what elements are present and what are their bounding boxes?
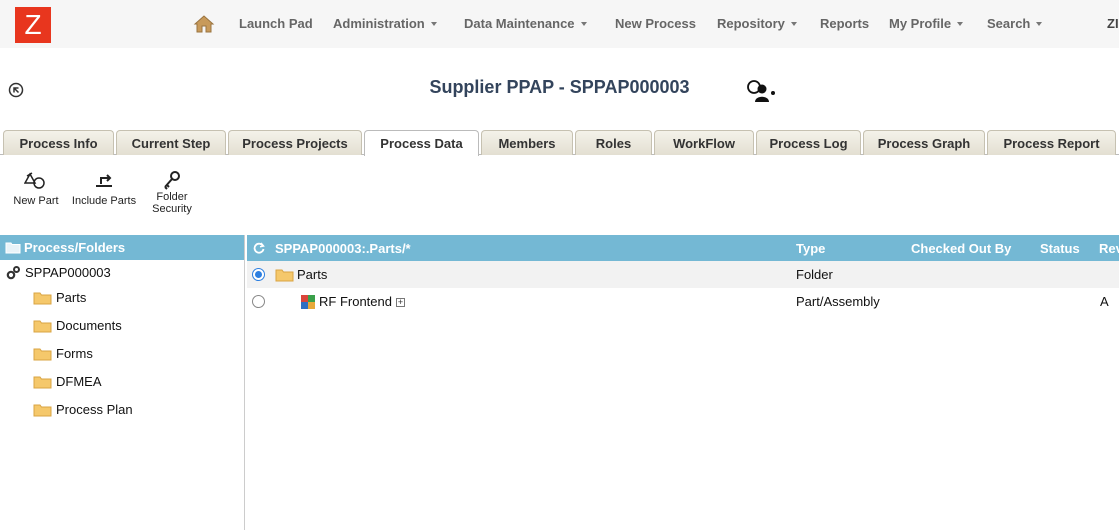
nav-data-maintenance-label: Data Maintenance	[464, 16, 575, 31]
nav-administration-label: Administration	[333, 16, 425, 31]
col-checked-out-by-header[interactable]: Checked Out By	[911, 241, 1011, 256]
nav-reports[interactable]: Reports	[820, 16, 869, 31]
nav-repository[interactable]: Repository	[717, 16, 797, 31]
chevron-down-icon	[790, 21, 797, 26]
chevron-down-icon	[1036, 21, 1043, 26]
folder-icon	[33, 376, 52, 389]
tab-members[interactable]: Members	[481, 130, 573, 155]
tab-process-graph[interactable]: Process Graph	[863, 130, 985, 155]
row-type-cell: Folder	[796, 267, 833, 282]
folder-icon	[275, 269, 294, 282]
members-icon[interactable]	[744, 78, 778, 104]
home-icon[interactable]	[193, 14, 215, 34]
row-rev-cell: A	[1100, 294, 1109, 309]
tree-folder-documents[interactable]: Documents	[33, 318, 122, 334]
grid-path: SPPAP000003:.Parts/*	[275, 241, 411, 256]
row-select-radio[interactable]	[252, 295, 265, 308]
gears-icon	[6, 266, 20, 280]
nav-administration[interactable]: Administration	[333, 16, 437, 31]
col-rev-header[interactable]: Rev	[1099, 241, 1119, 256]
tab-process-report[interactable]: Process Report	[987, 130, 1116, 155]
folder-icon	[33, 348, 52, 361]
nav-search[interactable]: Search	[987, 16, 1043, 31]
tab-process-projects[interactable]: Process Projects	[228, 130, 362, 155]
folder-icon	[33, 404, 52, 417]
row-select-radio[interactable]	[252, 268, 265, 281]
app-logo[interactable]: Z	[15, 7, 51, 43]
tree-folder-label: Parts	[56, 290, 87, 305]
tree-folder-dfmea[interactable]: DFMEA	[33, 374, 102, 390]
folder-security-button[interactable]: Folder Security	[150, 170, 194, 215]
include-parts-button[interactable]: Include Parts	[70, 170, 138, 207]
nav-new-process[interactable]: New Process	[615, 16, 696, 31]
expand-icon[interactable]: +	[395, 298, 405, 308]
table-row[interactable]: Parts Folder	[247, 261, 1119, 288]
folder-security-label-line1: Folder	[156, 191, 188, 203]
tab-process-data[interactable]: Process Data	[364, 130, 479, 156]
new-part-label: New Part	[13, 195, 59, 207]
tree-folder-process-plan[interactable]: Process Plan	[33, 402, 133, 418]
nav-search-label: Search	[987, 16, 1031, 31]
tree-folder-forms[interactable]: Forms	[33, 346, 93, 362]
top-nav-bar: Z Launch Pad Administration Data Mainten…	[0, 0, 1119, 48]
row-name-cell[interactable]: RF Frontend +	[301, 294, 405, 310]
tab-process-info[interactable]: Process Info	[3, 130, 114, 155]
folder-icon	[33, 292, 52, 305]
tree-folder-label: DFMEA	[56, 374, 102, 389]
new-part-icon	[24, 172, 45, 189]
key-icon	[164, 171, 180, 190]
folder-contents-grid: SPPAP000003:.Parts/* Type Checked Out By…	[247, 235, 1119, 530]
nav-my-profile-label: My Profile	[889, 16, 952, 31]
tab-process-log[interactable]: Process Log	[756, 130, 861, 155]
tree-folder-parts[interactable]: Parts	[33, 290, 86, 306]
nav-data-maintenance[interactable]: Data Maintenance	[464, 16, 587, 31]
row-name-label: RF Frontend	[319, 294, 392, 309]
folder-tree-header: Process/Folders	[0, 235, 244, 260]
nav-repository-label: Repository	[717, 16, 785, 31]
tree-root-process[interactable]: SPPAP000003	[6, 265, 111, 281]
folder-security-label-line2: Security	[152, 203, 192, 215]
tree-folder-label: Process Plan	[56, 402, 133, 417]
row-name-label: Parts	[297, 267, 328, 282]
tab-workflow[interactable]: WorkFlow	[654, 130, 754, 155]
folder-tree-pane: Process/Folders SPPAP000003 Parts Docume…	[0, 235, 245, 530]
tree-folder-label: Forms	[56, 346, 93, 361]
chevron-down-icon	[957, 21, 964, 26]
table-row[interactable]: RF Frontend + Part/Assembly A	[247, 288, 1119, 315]
col-status-header[interactable]: Status	[1040, 241, 1080, 256]
col-type-header[interactable]: Type	[796, 241, 825, 256]
new-part-button[interactable]: New Part	[11, 170, 61, 207]
grid-header: SPPAP000003:.Parts/* Type Checked Out By…	[247, 235, 1119, 261]
tab-roles[interactable]: Roles	[575, 130, 652, 155]
include-parts-label: Include Parts	[71, 195, 137, 207]
tree-root-label: SPPAP000003	[25, 265, 111, 280]
row-type-cell: Part/Assembly	[796, 294, 880, 309]
refresh-icon[interactable]	[252, 241, 266, 255]
folder-tree-title: Process/Folders	[24, 240, 126, 255]
tree-folder-label: Documents	[56, 318, 122, 333]
row-name-cell[interactable]: Parts	[275, 267, 327, 283]
user-menu[interactable]: ZI	[1107, 16, 1119, 31]
tab-current-step[interactable]: Current Step	[116, 130, 226, 155]
folder-open-icon	[5, 242, 21, 254]
nav-my-profile[interactable]: My Profile	[889, 16, 964, 31]
assembly-icon	[301, 294, 315, 309]
nav-launch-pad[interactable]: Launch Pad	[239, 16, 313, 31]
folder-icon	[33, 320, 52, 333]
include-parts-icon	[96, 174, 112, 187]
process-tabs: Process Info Current Step Process Projec…	[0, 130, 1119, 156]
chevron-down-icon	[580, 21, 587, 26]
chevron-down-icon	[430, 21, 437, 26]
page-title: Supplier PPAP - SPPAP000003	[429, 77, 690, 97]
